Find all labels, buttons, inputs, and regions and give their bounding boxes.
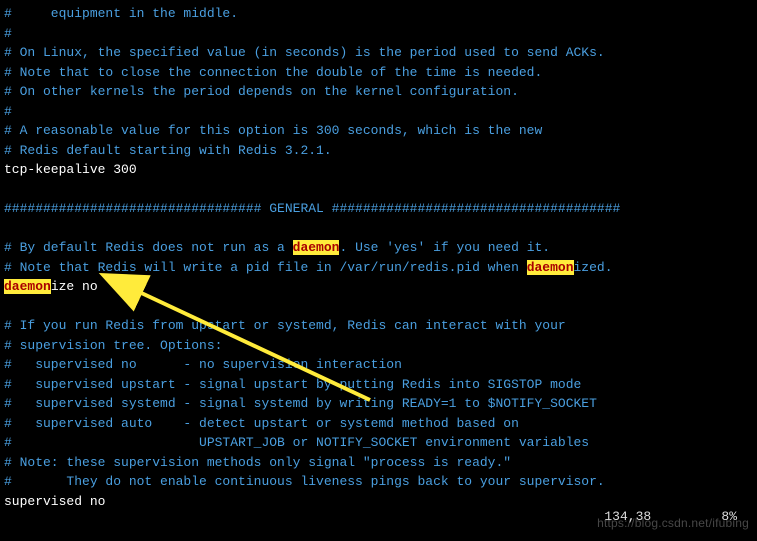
config-line: daemonize no <box>4 277 753 297</box>
watermark: https://blog.csdn.net/ifubing <box>597 514 749 532</box>
config-line: # supervision tree. Options: <box>4 336 753 356</box>
config-line: # Note that to close the connection the … <box>4 63 753 83</box>
config-line: # supervised systemd - signal systemd by… <box>4 394 753 414</box>
config-line: # <box>4 102 753 122</box>
config-line: ################################# GENERA… <box>4 199 753 219</box>
config-line: # UPSTART_JOB or NOTIFY_SOCKET environme… <box>4 433 753 453</box>
config-line <box>4 180 753 200</box>
config-line: # Note: these supervision methods only s… <box>4 453 753 473</box>
config-line: # If you run Redis from upstart or syste… <box>4 316 753 336</box>
config-line <box>4 219 753 239</box>
config-line: # supervised no - no supervision interac… <box>4 355 753 375</box>
config-line: # On Linux, the specified value (in seco… <box>4 43 753 63</box>
config-line: # supervised upstart - signal upstart by… <box>4 375 753 395</box>
config-line <box>4 297 753 317</box>
config-line: # By default Redis does not run as a dae… <box>4 238 753 258</box>
config-line: # They do not enable continuous liveness… <box>4 472 753 492</box>
config-line: # <box>4 24 753 44</box>
config-line: # A reasonable value for this option is … <box>4 121 753 141</box>
config-line: # supervised auto - detect upstart or sy… <box>4 414 753 434</box>
config-line: # Redis default starting with Redis 3.2.… <box>4 141 753 161</box>
config-line: # equipment in the middle. <box>4 4 753 24</box>
config-line: # On other kernels the period depends on… <box>4 82 753 102</box>
config-line: # Note that Redis will write a pid file … <box>4 258 753 278</box>
config-line: tcp-keepalive 300 <box>4 160 753 180</box>
terminal-content[interactable]: # equipment in the middle.## On Linux, t… <box>4 4 753 511</box>
